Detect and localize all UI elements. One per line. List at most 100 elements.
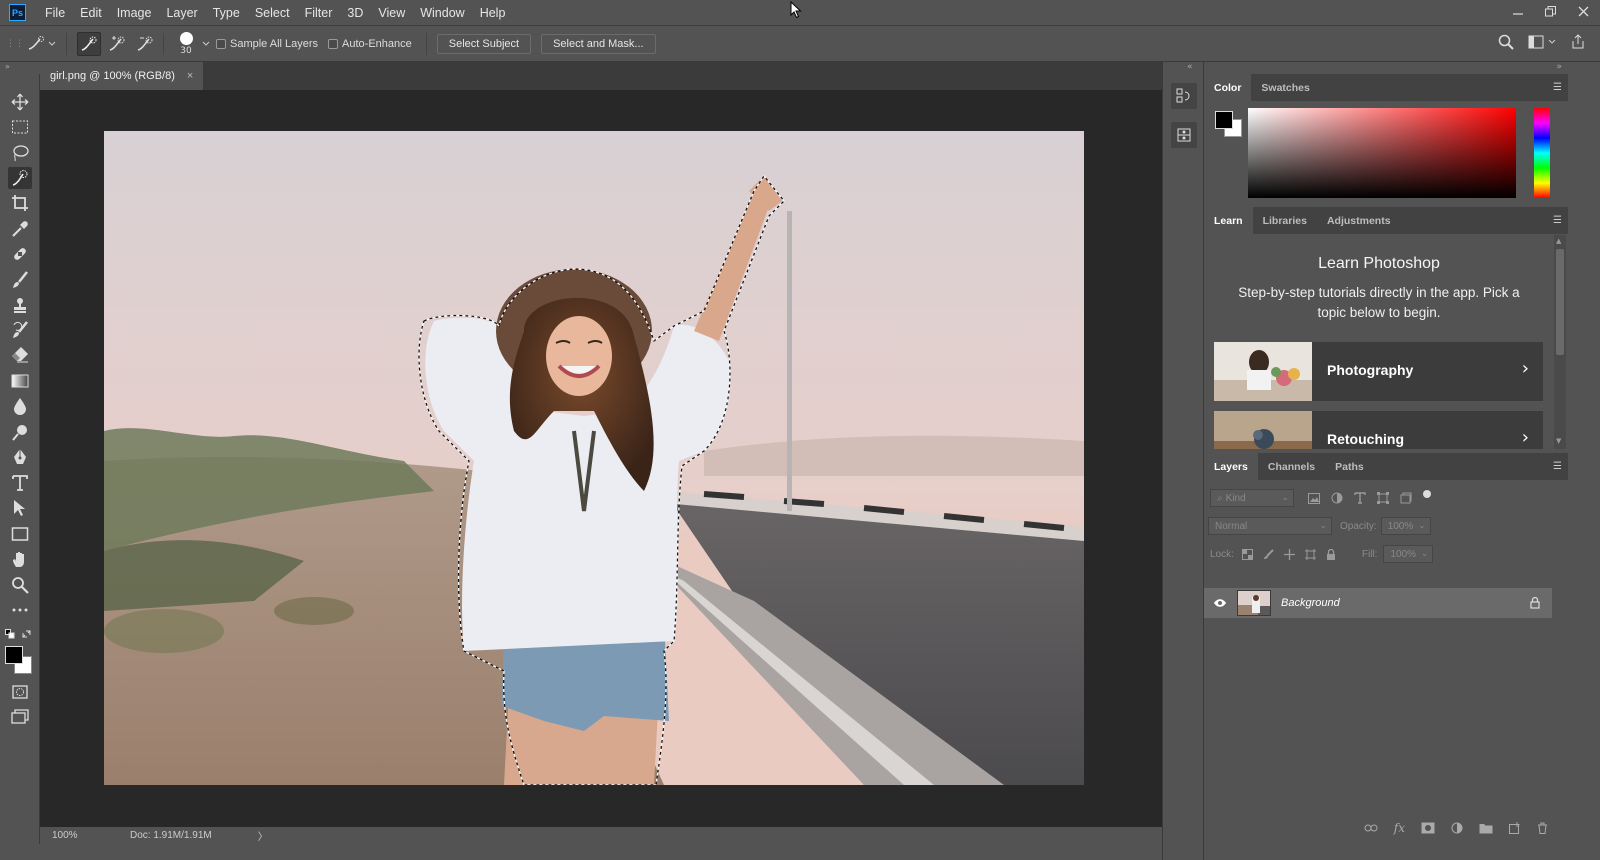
menu-type[interactable]: Type xyxy=(206,6,248,20)
lock-all-icon[interactable] xyxy=(1326,548,1336,560)
crop-tool-icon[interactable] xyxy=(8,192,32,214)
new-layer-icon[interactable] xyxy=(1509,822,1521,834)
close-tab-icon[interactable]: × xyxy=(187,70,193,82)
quick-mask-icon[interactable] xyxy=(8,681,32,703)
eyedropper-tool-icon[interactable] xyxy=(8,218,32,240)
color-field[interactable] xyxy=(1248,108,1516,198)
menu-layer[interactable]: Layer xyxy=(159,6,205,20)
smart-object-filter-icon[interactable] xyxy=(1400,492,1412,504)
new-group-icon[interactable] xyxy=(1479,822,1493,834)
color-foreground-swatch[interactable] xyxy=(1215,111,1233,129)
path-selection-tool-icon[interactable] xyxy=(8,497,32,519)
panel-menu-icon[interactable]: ☰ xyxy=(1553,82,1562,93)
swap-colors-icon[interactable] xyxy=(22,629,32,639)
more-tools-icon[interactable] xyxy=(8,599,32,621)
menu-3d[interactable]: 3D xyxy=(340,6,371,20)
minimize-icon[interactable] xyxy=(1501,0,1534,22)
screen-mode-icon[interactable] xyxy=(8,706,32,728)
brush-tool-icon[interactable] xyxy=(8,269,32,291)
blur-tool-icon[interactable] xyxy=(8,395,32,417)
default-colors-icon[interactable] xyxy=(5,629,15,639)
delete-layer-icon[interactable] xyxy=(1537,822,1548,834)
toolbar-collapse-icon[interactable]: » xyxy=(0,62,40,74)
panel-menu-icon[interactable]: ☰ xyxy=(1553,215,1562,226)
gradient-tool-icon[interactable] xyxy=(8,370,32,392)
select-and-mask-button[interactable]: Select and Mask... xyxy=(541,33,656,54)
visibility-eye-icon[interactable] xyxy=(1213,598,1227,608)
document-tab[interactable]: girl.png @ 100% (RGB/8) × xyxy=(40,62,204,90)
eraser-tool-icon[interactable] xyxy=(8,344,32,366)
subtract-from-selection-icon[interactable] xyxy=(133,32,157,56)
pen-tool-icon[interactable] xyxy=(8,446,32,468)
collapse-arrows-icon[interactable]: « xyxy=(1187,62,1193,72)
learn-card-photography[interactable]: Photography › xyxy=(1214,342,1543,401)
menu-select[interactable]: Select xyxy=(248,6,298,20)
adjustment-layer-filter-icon[interactable] xyxy=(1331,492,1343,504)
auto-enhance-checkbox[interactable] xyxy=(328,38,339,49)
clone-stamp-tool-icon[interactable] xyxy=(8,294,32,316)
chevron-down-icon[interactable] xyxy=(202,40,210,48)
quick-selection-tool-icon[interactable] xyxy=(8,167,32,189)
history-brush-tool-icon[interactable] xyxy=(8,319,32,341)
filter-toggle-icon[interactable] xyxy=(1423,490,1431,498)
fill-input[interactable]: 100% ⌄ xyxy=(1383,545,1434,563)
history-panel-icon[interactable] xyxy=(1171,83,1197,109)
lock-artboard-icon[interactable] xyxy=(1304,548,1316,560)
new-selection-icon[interactable] xyxy=(77,31,101,56)
lock-transparent-pixels-icon[interactable] xyxy=(1241,548,1253,560)
move-tool-icon[interactable] xyxy=(8,91,32,113)
tab-swatches[interactable]: Swatches xyxy=(1251,74,1319,101)
menu-help[interactable]: Help xyxy=(473,6,514,20)
tab-adjustments[interactable]: Adjustments xyxy=(1317,207,1401,234)
restore-icon[interactable] xyxy=(1534,0,1567,22)
learn-card-retouching[interactable]: Retouching › xyxy=(1214,411,1543,449)
lock-position-icon[interactable] xyxy=(1283,548,1295,560)
kind-filter-select[interactable]: ⌕ Kind ⌄ xyxy=(1210,489,1294,507)
properties-panel-icon[interactable] xyxy=(1171,122,1197,148)
status-menu-arrow[interactable]: 〉 xyxy=(258,828,268,843)
add-mask-icon[interactable] xyxy=(1421,822,1435,834)
chevron-down-icon[interactable] xyxy=(1548,38,1556,46)
menu-window[interactable]: Window xyxy=(413,6,472,20)
healing-brush-tool-icon[interactable] xyxy=(8,243,32,265)
adjustment-layer-icon[interactable] xyxy=(1451,822,1463,834)
scroll-up-icon[interactable]: ▲ xyxy=(1556,237,1561,245)
tab-learn[interactable]: Learn xyxy=(1204,207,1253,234)
tab-channels[interactable]: Channels xyxy=(1258,453,1325,480)
type-tool-icon[interactable] xyxy=(8,472,32,494)
select-subject-button[interactable]: Select Subject xyxy=(436,33,532,54)
expand-arrows-icon[interactable]: » xyxy=(1556,62,1562,72)
marquee-tool-icon[interactable] xyxy=(8,116,32,138)
hand-tool-icon[interactable] xyxy=(8,548,32,570)
sample-all-layers-checkbox[interactable] xyxy=(216,38,226,49)
tab-color[interactable]: Color xyxy=(1204,74,1252,101)
menu-image[interactable]: Image xyxy=(110,6,160,20)
dodge-tool-icon[interactable] xyxy=(8,421,32,443)
opacity-input[interactable]: 100% ⌄ xyxy=(1380,517,1431,535)
chevron-down-icon[interactable] xyxy=(48,40,56,48)
menu-view[interactable]: View xyxy=(371,6,413,20)
type-layer-filter-icon[interactable] xyxy=(1354,492,1366,504)
scroll-down-icon[interactable]: ▼ xyxy=(1556,437,1561,445)
shape-layer-filter-icon[interactable] xyxy=(1377,492,1389,504)
tab-layers[interactable]: Layers xyxy=(1204,453,1258,480)
lock-image-pixels-icon[interactable] xyxy=(1263,548,1274,560)
link-layers-icon[interactable] xyxy=(1364,823,1378,833)
layer-row-background[interactable]: Background xyxy=(1204,588,1552,618)
search-icon[interactable] xyxy=(1498,34,1514,50)
share-icon[interactable] xyxy=(1570,34,1586,50)
close-icon[interactable] xyxy=(1567,0,1600,22)
zoom-level[interactable]: 100% xyxy=(52,830,112,841)
tool-preset-picker[interactable] xyxy=(24,32,48,56)
menu-filter[interactable]: Filter xyxy=(298,6,341,20)
menu-file[interactable]: File xyxy=(38,6,73,20)
workspace-icon[interactable] xyxy=(1528,35,1544,49)
pixel-layer-filter-icon[interactable] xyxy=(1308,492,1320,504)
add-to-selection-icon[interactable] xyxy=(105,32,129,56)
lasso-tool-icon[interactable] xyxy=(8,142,32,164)
menu-edit[interactable]: Edit xyxy=(73,6,110,20)
tab-paths[interactable]: Paths xyxy=(1325,453,1374,480)
zoom-tool-icon[interactable] xyxy=(8,574,32,596)
brush-size-picker[interactable]: 30 xyxy=(170,27,202,61)
learn-scrollbar[interactable]: ▲ ▼ xyxy=(1554,235,1566,449)
